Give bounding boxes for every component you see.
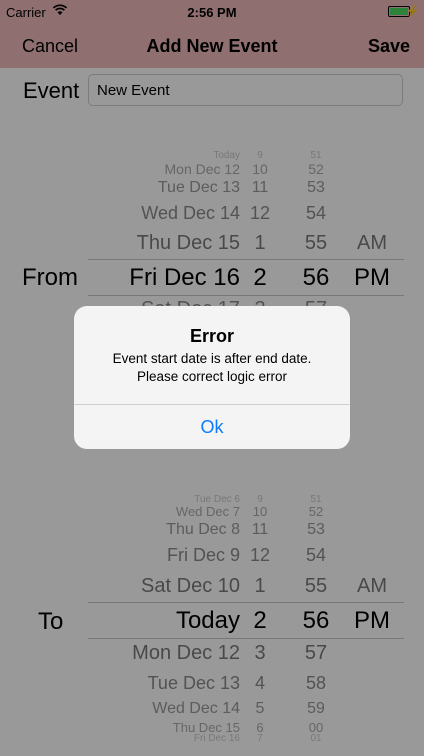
alert-message: Event start date is after end date. Plea… — [74, 350, 350, 386]
alert-ok-button[interactable]: Ok — [74, 405, 350, 449]
alert-title: Error — [189, 326, 234, 346]
error-alert: Error Event start date is after end date… — [74, 306, 350, 449]
alert-message-line-2: Please correct logic error — [136, 369, 288, 384]
alert-message-line-1: Event start date is after end date. — [112, 351, 312, 366]
